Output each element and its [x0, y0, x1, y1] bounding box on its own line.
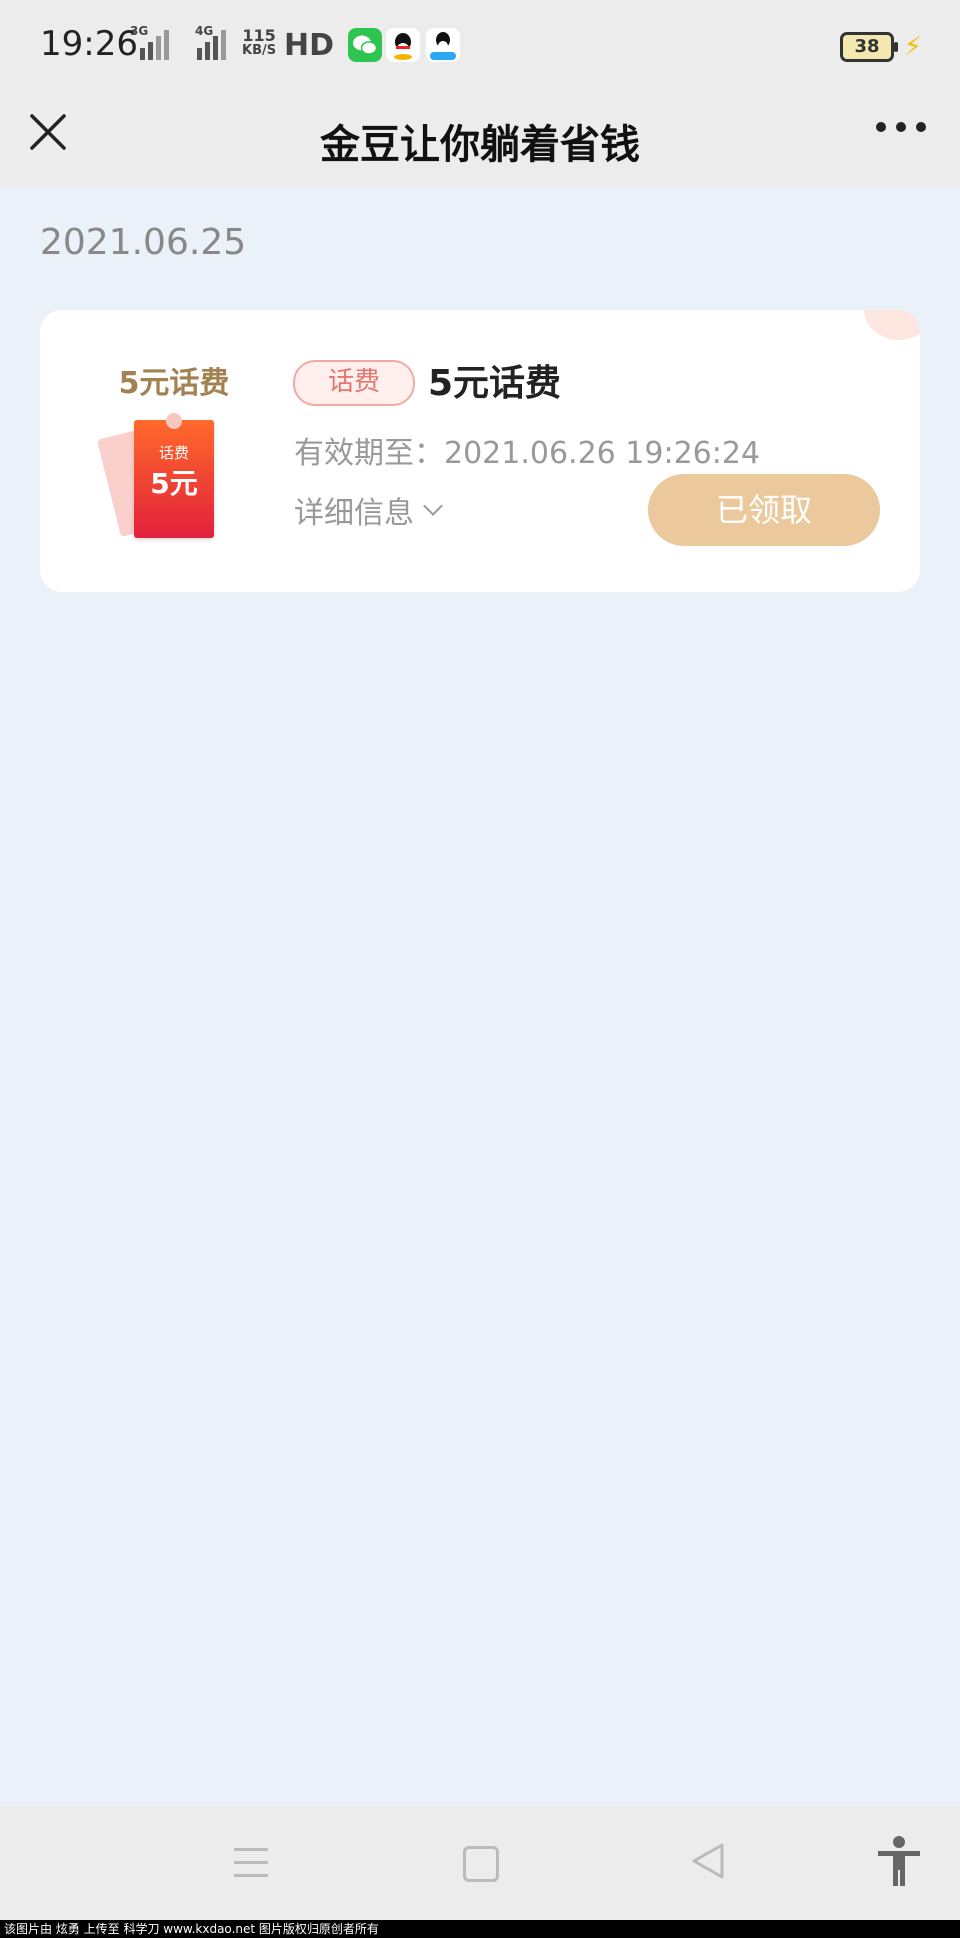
more-icon[interactable] — [876, 122, 926, 132]
signal-3g-label: 3G — [130, 24, 149, 38]
home-icon[interactable] — [463, 1846, 499, 1882]
thumbnail-title: 5元话费 — [118, 366, 230, 401]
qq-lite-icon — [426, 28, 460, 62]
status-bar: 19:26 3G 4G 115 KB/S HD 38 ⚡ — [0, 0, 960, 92]
thumbnail-pin — [166, 413, 182, 429]
signal-4g-label: 4G — [195, 24, 214, 38]
chevron-down-icon — [423, 496, 443, 516]
battery-indicator: 38 — [840, 32, 898, 62]
signal-3g-icon: 3G — [130, 24, 169, 60]
category-tag: 话费 — [293, 360, 415, 406]
claimed-button[interactable]: 已领取 — [648, 474, 880, 546]
hd-indicator: HD — [284, 28, 335, 63]
details-toggle[interactable]: 详细信息 — [294, 488, 443, 532]
wechat-icon — [348, 28, 382, 62]
watermark-footer: 该图片由 炫勇 上传至 科学刀 www.kxdao.net 图片版权归原创者所有 — [0, 1920, 960, 1938]
reward-card: 5元话费 话费 5元 话费 5元话费 有效期至：2021.06.26 19:26… — [40, 310, 920, 592]
details-label: 详细信息 — [294, 496, 414, 531]
menu-icon[interactable] — [234, 1848, 268, 1887]
back-icon[interactable] — [690, 1842, 726, 1884]
navigation-bar — [0, 1806, 960, 1920]
signal-4g-icon: 4G — [185, 24, 226, 60]
expiry-text: 有效期至：2021.06.26 19:26:24 — [294, 436, 761, 471]
date-label: 2021.06.25 — [40, 222, 247, 263]
reward-title: 5元话费 — [428, 363, 562, 404]
reward-thumbnail: 5元话费 话费 5元 — [94, 358, 254, 558]
accessibility-icon[interactable] — [876, 1836, 922, 1892]
speed-value: 115 — [242, 26, 276, 45]
title-bar: 金豆让你躺着省钱 — [0, 92, 960, 188]
speed-unit: KB/S — [242, 43, 277, 58]
card-corner-decoration — [864, 310, 920, 340]
status-time: 19:26 — [40, 24, 138, 64]
page-title: 金豆让你躺着省钱 — [320, 122, 640, 168]
qq-icon — [386, 28, 420, 62]
charging-icon: ⚡ — [903, 32, 922, 62]
signal-indicators: 3G 4G — [130, 24, 226, 60]
network-speed: 115 KB/S — [242, 26, 277, 59]
thumbnail-amount: 5元 — [150, 467, 198, 500]
thumbnail-label: 话费 — [158, 444, 189, 462]
